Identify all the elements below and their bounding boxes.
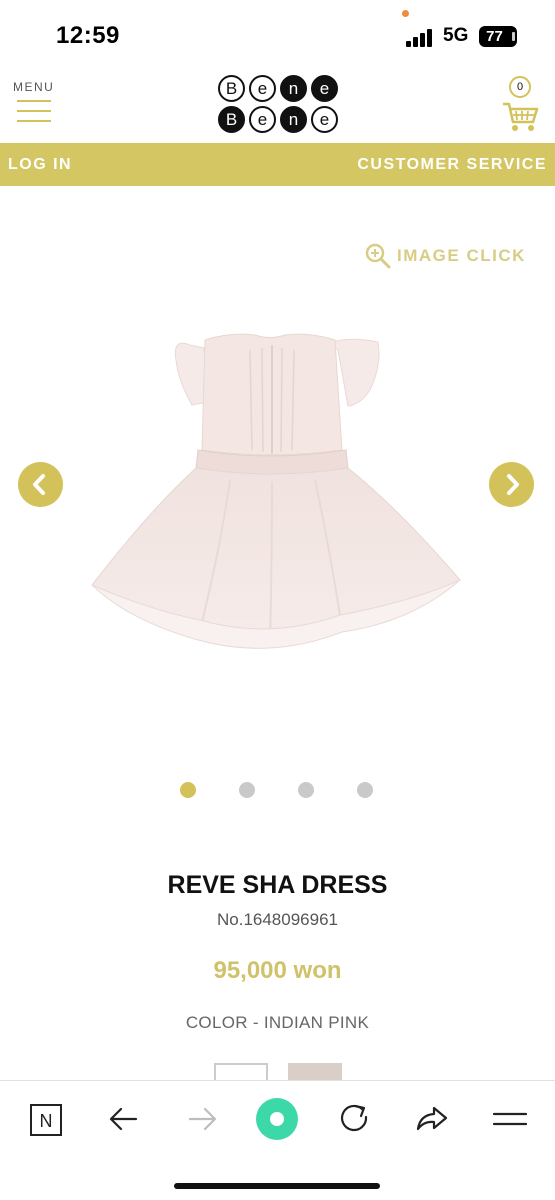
- site-header: MENU B e n e B e n e 0: [0, 70, 555, 143]
- back-button[interactable]: [102, 1097, 146, 1141]
- chevron-left-icon: [33, 474, 45, 495]
- privacy-indicator-dot: [402, 10, 409, 17]
- browser-toolbar: N: [0, 1080, 555, 1200]
- signal-icon: [406, 29, 436, 47]
- menu-icon: [492, 1112, 528, 1126]
- logo-letter: e: [249, 75, 276, 102]
- refresh-button[interactable]: [333, 1097, 377, 1141]
- logo-letter: e: [311, 75, 338, 102]
- browser-menu-button[interactable]: [488, 1097, 532, 1141]
- back-arrow-icon: [109, 1107, 138, 1131]
- home-button[interactable]: [255, 1097, 299, 1141]
- product-image[interactable]: [80, 310, 475, 670]
- menu-label[interactable]: MENU: [13, 80, 54, 94]
- slide-dot[interactable]: [298, 782, 314, 798]
- next-image-button[interactable]: [489, 462, 534, 507]
- logo-letter: B: [218, 106, 245, 133]
- cart-icon: [503, 102, 539, 131]
- slide-dot-active[interactable]: [180, 782, 196, 798]
- zoom-in-icon: [365, 243, 391, 269]
- forward-arrow-icon: [188, 1107, 217, 1131]
- share-button[interactable]: [410, 1097, 454, 1141]
- prev-image-button[interactable]: [18, 462, 63, 507]
- svg-text:N: N: [40, 1111, 53, 1131]
- battery-level: 77: [486, 28, 503, 45]
- refresh-icon: [341, 1104, 368, 1132]
- logo-letter: n: [280, 106, 307, 133]
- product-color: COLOR - INDIAN PINK: [185, 1013, 370, 1032]
- logo-row-bottom: B e n e: [218, 106, 338, 134]
- logo-letter: e: [249, 106, 276, 133]
- image-click-label: IMAGE CLICK: [397, 246, 526, 265]
- product-name: REVE SHA DRESS: [167, 871, 388, 899]
- account-bar: LOG IN CUSTOMER SERVICE: [0, 143, 555, 186]
- network-type: 5G: [443, 25, 469, 46]
- product-number: No.1648096961: [216, 910, 338, 929]
- hamburger-icon[interactable]: [17, 100, 51, 130]
- cart-count: 0: [509, 76, 531, 98]
- color-swatch-white[interactable]: [214, 1063, 268, 1081]
- color-swatch-pink[interactable]: [288, 1063, 342, 1081]
- status-time: 12:59: [56, 22, 120, 49]
- naver-n-icon: N: [30, 1104, 62, 1136]
- cart-button[interactable]: 0: [501, 76, 541, 134]
- login-link[interactable]: LOG IN: [8, 156, 72, 174]
- status-bar: 12:59 5G 77: [0, 0, 555, 70]
- product-price: 95,000 won: [213, 957, 342, 984]
- forward-button[interactable]: [180, 1097, 224, 1141]
- naver-home-button[interactable]: N: [23, 1097, 67, 1141]
- customer-service-link[interactable]: CUSTOMER SERVICE: [357, 156, 547, 174]
- brand-logo[interactable]: B e n e B e n e: [218, 75, 338, 135]
- logo-letter: n: [280, 75, 307, 102]
- home-indicator: [174, 1183, 380, 1189]
- chevron-right-icon: [507, 474, 519, 495]
- slide-dot[interactable]: [357, 782, 373, 798]
- battery-icon: 77: [479, 26, 517, 47]
- share-icon: [416, 1106, 448, 1131]
- logo-letter: B: [218, 75, 245, 102]
- home-circle-icon: [256, 1098, 298, 1140]
- logo-letter: e: [311, 106, 338, 133]
- slide-indicator: [180, 782, 380, 800]
- slide-dot[interactable]: [239, 782, 255, 798]
- logo-row-top: B e n e: [218, 75, 338, 103]
